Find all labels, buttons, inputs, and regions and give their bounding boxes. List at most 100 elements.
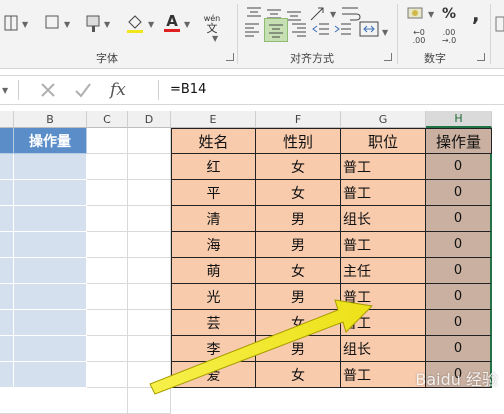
table-cell[interactable]: 普工 <box>341 362 426 388</box>
column-header-f[interactable]: F <box>256 111 341 128</box>
empty-cell[interactable] <box>87 362 128 388</box>
empty-cell[interactable] <box>87 258 128 284</box>
table-cell[interactable]: 主任 <box>341 258 426 284</box>
align-right-button[interactable] <box>290 20 308 38</box>
column-header-a[interactable] <box>0 111 14 128</box>
decrease-indent-button[interactable] <box>312 20 330 38</box>
left-table-cell[interactable] <box>14 154 87 180</box>
left-table-cell[interactable] <box>0 310 14 336</box>
format-painter-dropdown-icon[interactable]: ▼ <box>104 20 110 29</box>
table-cell[interactable]: 0 <box>426 154 492 180</box>
table-cell[interactable]: 爱 <box>171 362 256 388</box>
empty-cell[interactable] <box>87 154 128 180</box>
column-header-d[interactable]: D <box>128 111 171 128</box>
left-table-cell[interactable] <box>14 180 87 206</box>
border-button[interactable] <box>4 14 18 32</box>
left-table-cell[interactable] <box>0 284 14 310</box>
alignment-launcher-icon[interactable] <box>384 53 392 61</box>
empty-cell[interactable] <box>128 284 171 310</box>
empty-cell[interactable] <box>87 284 128 310</box>
table-cell[interactable]: 普工 <box>341 180 426 206</box>
table-cell[interactable]: 普工 <box>341 284 426 310</box>
empty-cell[interactable] <box>87 336 128 362</box>
accounting-dropdown-icon[interactable]: ▼ <box>428 10 434 19</box>
left-table-cell[interactable] <box>0 232 14 258</box>
decrease-decimal-button[interactable]: .00 →.0 <box>436 28 462 46</box>
enter-check-icon[interactable] <box>74 82 92 98</box>
table-cell[interactable]: 普工 <box>341 310 426 336</box>
empty-cell[interactable] <box>128 258 171 284</box>
table-cell[interactable]: 芸 <box>171 310 256 336</box>
cell-style-dropdown-icon[interactable]: ▼ <box>64 20 70 29</box>
table-cell[interactable]: 组长 <box>341 336 426 362</box>
empty-cell[interactable] <box>87 310 128 336</box>
increase-decimal-button[interactable]: ←0 .00 <box>406 28 432 46</box>
formula-input[interactable]: =B14 <box>170 82 206 97</box>
table-cell[interactable]: 女 <box>256 362 341 388</box>
left-table-header-partial[interactable] <box>0 128 14 154</box>
table-cell[interactable]: 女 <box>256 310 341 336</box>
empty-cell[interactable] <box>128 336 171 362</box>
accounting-format-button[interactable] <box>406 4 426 24</box>
table-cell[interactable]: 组长 <box>341 206 426 232</box>
border-dropdown-icon[interactable]: ▼ <box>22 20 28 29</box>
empty-cell[interactable] <box>87 180 128 206</box>
left-table-cell[interactable] <box>0 336 14 362</box>
table-cell[interactable]: 女 <box>256 180 341 206</box>
phonetic-button[interactable]: wén 文 <box>200 12 224 36</box>
table-cell[interactable]: 0 <box>426 258 492 284</box>
left-table-cell[interactable] <box>14 232 87 258</box>
insert-function-button[interactable]: fx <box>110 80 126 100</box>
table-header-cell[interactable]: 职位 <box>341 128 426 154</box>
phonetic-dropdown-icon[interactable]: ▼ <box>212 34 218 43</box>
left-table-cell[interactable] <box>14 336 87 362</box>
table-cell[interactable]: 普工 <box>341 154 426 180</box>
table-cell[interactable]: 0 <box>426 336 492 362</box>
font-color-dropdown-icon[interactable]: ▼ <box>184 20 190 29</box>
merge-center-button[interactable] <box>358 20 380 38</box>
table-cell[interactable]: 萌 <box>171 258 256 284</box>
left-table-cell[interactable] <box>0 206 14 232</box>
table-cell[interactable]: 红 <box>171 154 256 180</box>
column-header-c[interactable]: C <box>87 111 128 128</box>
left-table-cell[interactable] <box>14 284 87 310</box>
table-cell[interactable]: 0 <box>426 232 492 258</box>
font-launcher-icon[interactable] <box>226 53 234 61</box>
column-header-h[interactable]: H <box>426 111 492 128</box>
table-cell[interactable]: 0 <box>426 180 492 206</box>
left-table-cell[interactable] <box>14 258 87 284</box>
font-color-button[interactable]: A <box>162 12 182 34</box>
fill-partial-button[interactable] <box>44 14 60 32</box>
empty-cell[interactable] <box>128 206 171 232</box>
merge-dropdown-icon[interactable]: ▼ <box>382 28 388 37</box>
table-header-cell[interactable]: 操作量 <box>426 128 492 154</box>
left-table-cell[interactable] <box>14 206 87 232</box>
column-header-b[interactable]: B <box>14 111 87 128</box>
column-header-g[interactable]: G <box>341 111 426 128</box>
table-cell[interactable]: 0 <box>426 206 492 232</box>
table-cell[interactable]: 男 <box>256 336 341 362</box>
empty-cell[interactable] <box>128 362 171 388</box>
fill-color-dropdown-icon[interactable]: ▼ <box>148 20 154 29</box>
empty-cell[interactable] <box>128 180 171 206</box>
empty-row[interactable] <box>0 388 171 414</box>
empty-cell[interactable] <box>128 154 171 180</box>
table-header-cell[interactable]: 性别 <box>256 128 341 154</box>
table-cell[interactable]: 平 <box>171 180 256 206</box>
table-cell[interactable]: 女 <box>256 258 341 284</box>
table-cell[interactable]: 李 <box>171 336 256 362</box>
number-launcher-icon[interactable] <box>477 53 485 61</box>
left-table-cell[interactable] <box>14 310 87 336</box>
left-table-cell[interactable] <box>0 362 14 388</box>
name-box-dropdown-icon[interactable]: ▼ <box>2 86 8 95</box>
left-table-cell[interactable] <box>0 154 14 180</box>
table-cell[interactable]: 普工 <box>341 232 426 258</box>
empty-cell[interactable] <box>87 128 128 154</box>
empty-cell[interactable] <box>87 232 128 258</box>
empty-cell[interactable] <box>87 206 128 232</box>
cancel-icon[interactable] <box>40 82 56 98</box>
table-cell[interactable]: 光 <box>171 284 256 310</box>
column-header-e[interactable]: E <box>171 111 256 128</box>
left-table-cell[interactable] <box>0 180 14 206</box>
increase-indent-button[interactable] <box>334 20 352 38</box>
